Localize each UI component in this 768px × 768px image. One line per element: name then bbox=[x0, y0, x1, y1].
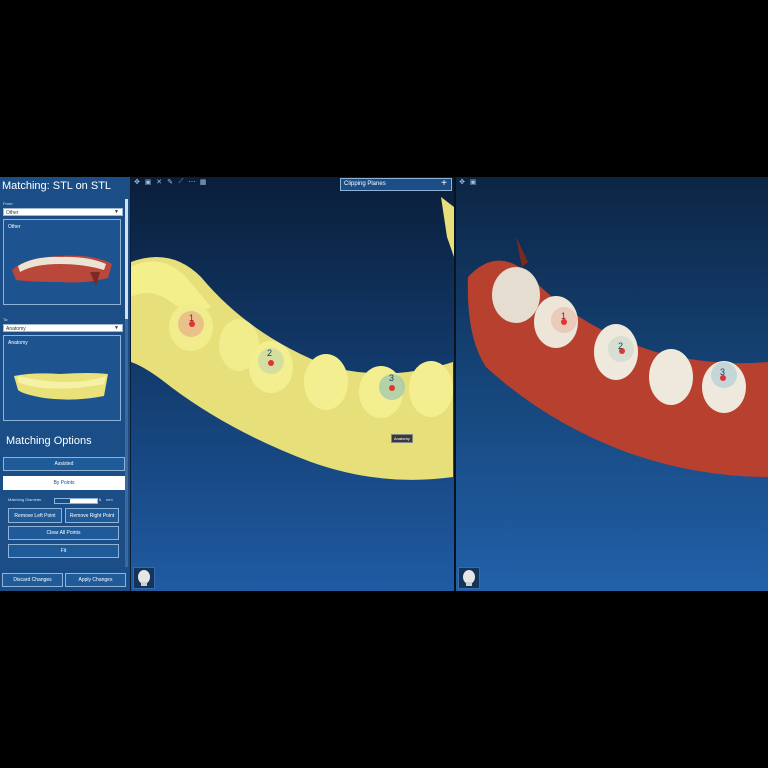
chevron-down-icon: ▼ bbox=[114, 325, 119, 331]
diameter-unit: mm bbox=[106, 497, 113, 502]
diameter-value: 6 bbox=[99, 497, 102, 502]
to-label: To: bbox=[3, 317, 9, 322]
anatomy-viewport[interactable]: ✥ ▣ ✕ ✎ ⟋ ⋯ ▦ Clipping Planes + 1 2 3 An… bbox=[131, 177, 454, 591]
anatomy-model-3d: 1 2 3 bbox=[131, 197, 454, 480]
skull-icon[interactable] bbox=[458, 567, 480, 589]
to-model-thumbnail bbox=[14, 373, 108, 400]
assisted-button[interactable]: Assisted bbox=[3, 457, 125, 471]
to-select[interactable]: Anatomy ▼ bbox=[3, 324, 123, 332]
from-select-value: Other bbox=[6, 210, 19, 216]
from-label: From: bbox=[3, 201, 14, 206]
point-label: 1 bbox=[189, 313, 194, 323]
chevron-down-icon: ▼ bbox=[114, 209, 119, 215]
remove-left-point-button[interactable]: Remove Left Point bbox=[8, 508, 62, 523]
matching-diameter-slider[interactable] bbox=[54, 498, 98, 504]
anatomy-tag: Anatomy bbox=[391, 434, 413, 443]
point-label: 1 bbox=[561, 311, 566, 321]
panel-title: Matching: STL on STL bbox=[2, 180, 112, 192]
fit-button[interactable]: Fit bbox=[8, 544, 119, 558]
to-preview: Anatomy bbox=[3, 335, 121, 421]
clear-all-points-button[interactable]: Clear All Points bbox=[8, 526, 119, 540]
matching-options-heading: Matching Options bbox=[6, 435, 92, 447]
from-preview: Other bbox=[3, 219, 121, 305]
point-label: 3 bbox=[389, 373, 394, 383]
apply-changes-button[interactable]: Apply Changes bbox=[65, 573, 126, 587]
to-select-value: Anatomy bbox=[6, 326, 26, 332]
point-label: 2 bbox=[618, 341, 623, 351]
remove-right-point-button[interactable]: Remove Right Point bbox=[65, 508, 119, 523]
panel-scrollbar[interactable] bbox=[125, 199, 128, 567]
matching-diameter-label: Matching Diameter bbox=[8, 497, 42, 502]
from-model-thumbnail bbox=[12, 255, 112, 286]
slider-fill bbox=[55, 499, 70, 503]
point-label: 2 bbox=[267, 348, 272, 358]
by-points-button[interactable]: By Points bbox=[3, 476, 125, 490]
matching-panel: Matching: STL on STL From: Other ▼ Other… bbox=[0, 177, 130, 591]
other-viewport[interactable]: ✥ ▣ 1 2 3 bbox=[456, 177, 768, 591]
skull-icon[interactable] bbox=[133, 567, 155, 589]
point-label: 3 bbox=[720, 367, 725, 377]
other-model-3d: 1 2 3 bbox=[467, 237, 768, 477]
discard-changes-button[interactable]: Discard Changes bbox=[2, 573, 63, 587]
scrollbar-thumb[interactable] bbox=[125, 199, 128, 319]
application-window: Matching: STL on STL From: Other ▼ Other… bbox=[0, 177, 768, 591]
from-select[interactable]: Other ▼ bbox=[3, 208, 123, 216]
